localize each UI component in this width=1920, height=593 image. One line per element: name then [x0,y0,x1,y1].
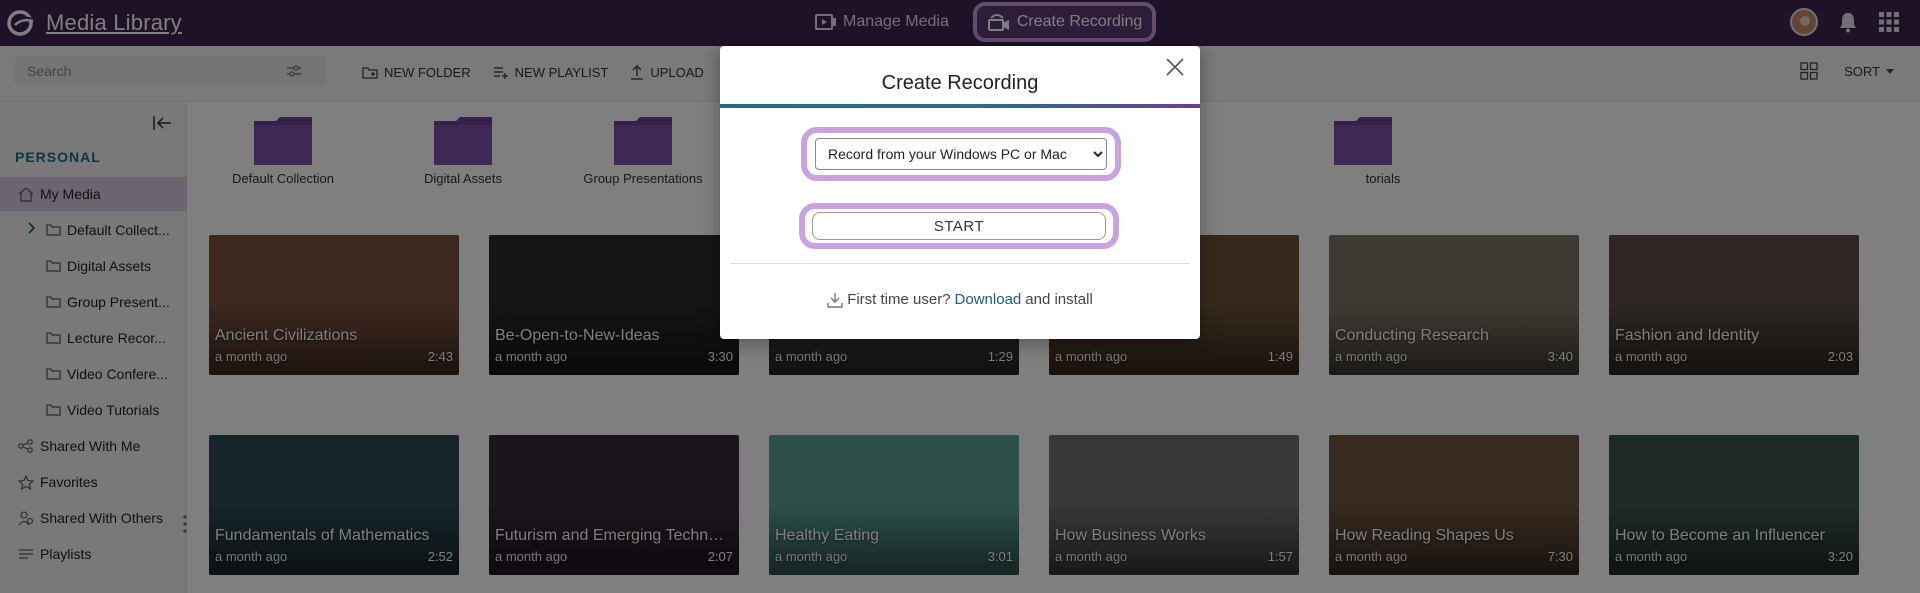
recording-source-select[interactable]: Record from your Windows PC or Mac [815,138,1107,170]
close-icon[interactable] [1166,58,1184,76]
dialog-divider [730,263,1190,264]
download-link[interactable]: Download [955,291,1022,308]
first-time-text: First time user? [847,291,951,308]
start-button[interactable]: START [812,212,1106,240]
create-recording-dialog: Create Recording Record from your Window… [720,46,1200,339]
download-icon [827,292,843,308]
first-time-row: First time user? Download and install [720,291,1200,308]
recording-source-highlight: Record from your Windows PC or Mac [801,127,1121,181]
dialog-title: Create Recording [881,72,1039,94]
start-highlight: START [799,203,1119,249]
install-text: and install [1025,291,1093,308]
dialog-divider-accent [720,104,1200,108]
